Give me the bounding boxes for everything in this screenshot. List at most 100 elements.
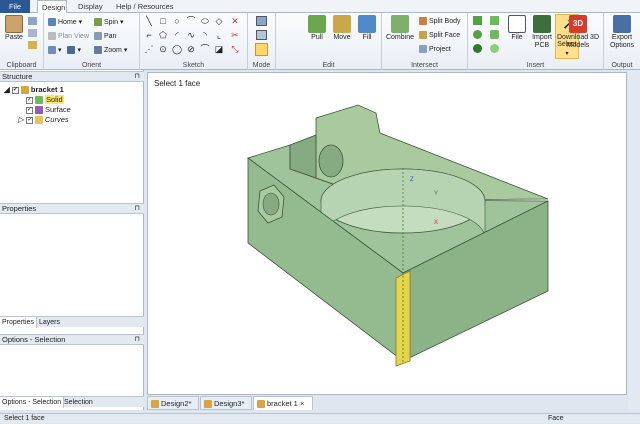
pin-icon[interactable]: ⊓ [135,335,140,345]
cone-primitive-icon[interactable] [490,16,499,25]
extend-tool-icon[interactable]: ⤡ [230,44,240,54]
sketch-group-label: Sketch [182,62,205,69]
cylinder-primitive-icon[interactable] [473,44,482,53]
split-tool-icon[interactable]: ✂ [230,30,240,40]
zoom-button[interactable]: Zoom ▾ [94,45,127,56]
clipboard-icon [5,15,23,33]
tab-display[interactable]: Display [74,0,107,13]
sphere-primitive-icon[interactable] [473,30,482,39]
x-axis-label: X [434,220,439,226]
copy-icon[interactable] [28,29,37,37]
insert-file-button[interactable]: File [506,15,528,42]
visibility-checkbox[interactable]: ✓ [25,116,33,124]
tab-help[interactable]: Help / Resources [112,0,178,13]
intersect-group: Combine Split Body Split Face Project In… [382,13,468,70]
visibility-checkbox[interactable]: ✓ [26,96,33,104]
section-mode-icon[interactable] [256,30,267,40]
tab-selection[interactable]: Selection [62,397,95,408]
slot-tool-icon[interactable]: ⊙ [158,44,168,54]
split-face-button[interactable]: Split Face [419,30,460,41]
combine-button[interactable]: Combine [385,15,415,42]
doc-tab-design2[interactable]: Design2* [147,396,199,410]
design-viewport[interactable]: Select 1 face Z Y X [147,72,627,395]
project-button[interactable]: Project [419,44,451,55]
point-tool-icon[interactable]: ◇ [214,16,224,26]
tab-file[interactable]: File [0,0,30,13]
cut-icon[interactable] [28,17,37,25]
shell-primitive-icon[interactable] [490,44,499,53]
tab-properties[interactable]: Properties [0,317,37,328]
status-bar: Select 1 face Face [0,413,640,423]
side-hole[interactable] [318,144,344,178]
tree-root[interactable]: ◢ ✓ bracket 1 [4,85,64,95]
offset-tool-icon[interactable]: ⊘ [186,44,196,54]
bracket-model[interactable] [148,73,626,394]
tab-design[interactable]: Design [37,0,67,13]
sweep-arc-tool-icon[interactable]: ◝ [200,30,210,40]
face-curve-icon[interactable]: ◪ [214,44,224,54]
3d-models-icon: 3D [569,15,587,33]
intersect-group-label: Intersect [411,62,438,69]
arc-tool-icon[interactable]: ⌒ [186,16,196,26]
view-cube-button[interactable]: ▾ ▾ [48,45,81,56]
export-options-button[interactable]: Export Options [606,15,638,50]
folder-icon [34,116,43,125]
pin-icon[interactable]: ⊓ [135,72,140,82]
plan-view-button[interactable]: Plan View [48,31,89,42]
ellipse-tool-icon[interactable]: ⬭ [200,16,210,26]
export-icon [613,15,631,33]
tab-options-selection[interactable]: Options - Selection [0,397,65,408]
sketch-mode-icon[interactable] [256,16,267,26]
doc-tab-bracket1[interactable]: bracket 1 × [253,396,313,410]
structure-panel-header: Structure ⊓ [0,71,144,82]
doc-tab-design3[interactable]: Design3* [200,396,252,410]
bend-tool-icon[interactable]: ⌒ [200,44,210,54]
pan-button[interactable]: Pan [94,31,116,42]
insert-group-label: Insert [526,62,545,69]
clipboard-group: Paste Clipboard [0,13,44,70]
3d-mode-icon[interactable] [255,43,268,56]
visibility-checkbox[interactable]: ✓ [26,106,33,114]
move-button[interactable]: Move [331,15,353,42]
pull-icon [308,15,326,33]
visibility-checkbox[interactable]: ✓ [11,86,19,94]
pull-button[interactable]: Pull [306,15,328,42]
spline-tool-icon[interactable]: ∿ [186,30,196,40]
torus-primitive-icon[interactable] [490,30,499,39]
polyline-tool-icon[interactable]: ⌐ [144,30,154,40]
box-primitive-icon[interactable] [473,16,482,25]
import-pcb-button[interactable]: Import PCB [530,15,554,50]
fillet-tool-icon[interactable]: ⌞ [214,30,224,40]
output-group-label: Output [611,62,633,69]
trim-tool-icon[interactable]: ✕ [230,16,240,26]
pin-icon[interactable]: ⊓ [135,204,140,214]
split-body-icon [419,17,427,26]
clipboard-group-label: Clipboard [6,62,37,69]
format-painter-icon[interactable] [28,41,37,49]
download-3d-models-button[interactable]: 3D Download 3D Models [556,15,600,50]
circle-tool-icon[interactable]: ○ [172,16,182,26]
rectangle-tool-icon[interactable]: □ [158,16,168,26]
combine-icon [391,15,409,33]
pan-icon [94,32,102,41]
file-icon [508,15,526,33]
tree-item-solid[interactable]: ✓ Solid [26,95,64,105]
split-body-button[interactable]: Split Body [419,16,461,27]
line-tool-icon[interactable]: ╲ [144,16,154,26]
properties-panel-header: Properties ⊓ [0,203,144,214]
spin-button[interactable]: Spin ▾ [94,17,123,28]
tree-item-curves[interactable]: ▷ ✓ Curves [18,115,69,125]
close-icon[interactable]: × [300,399,304,408]
design-icon [151,400,159,408]
tangent-arc-tool-icon[interactable]: ◜ [172,30,182,40]
construction-line-icon[interactable]: ⋰ [144,44,154,54]
tree-item-surface[interactable]: ✓ Surface [26,105,71,115]
edit-group-label: Edit [322,62,335,69]
three-point-circle-icon[interactable]: ◯ [172,44,182,54]
home-button[interactable]: Home ▾ [48,17,82,28]
paste-button[interactable]: Paste [3,15,25,42]
polygon-tool-icon[interactable]: ⬠ [158,30,168,40]
fill-button[interactable]: Fill [356,15,378,42]
split-face-icon [419,31,427,40]
tab-layers[interactable]: Layers [37,317,62,328]
